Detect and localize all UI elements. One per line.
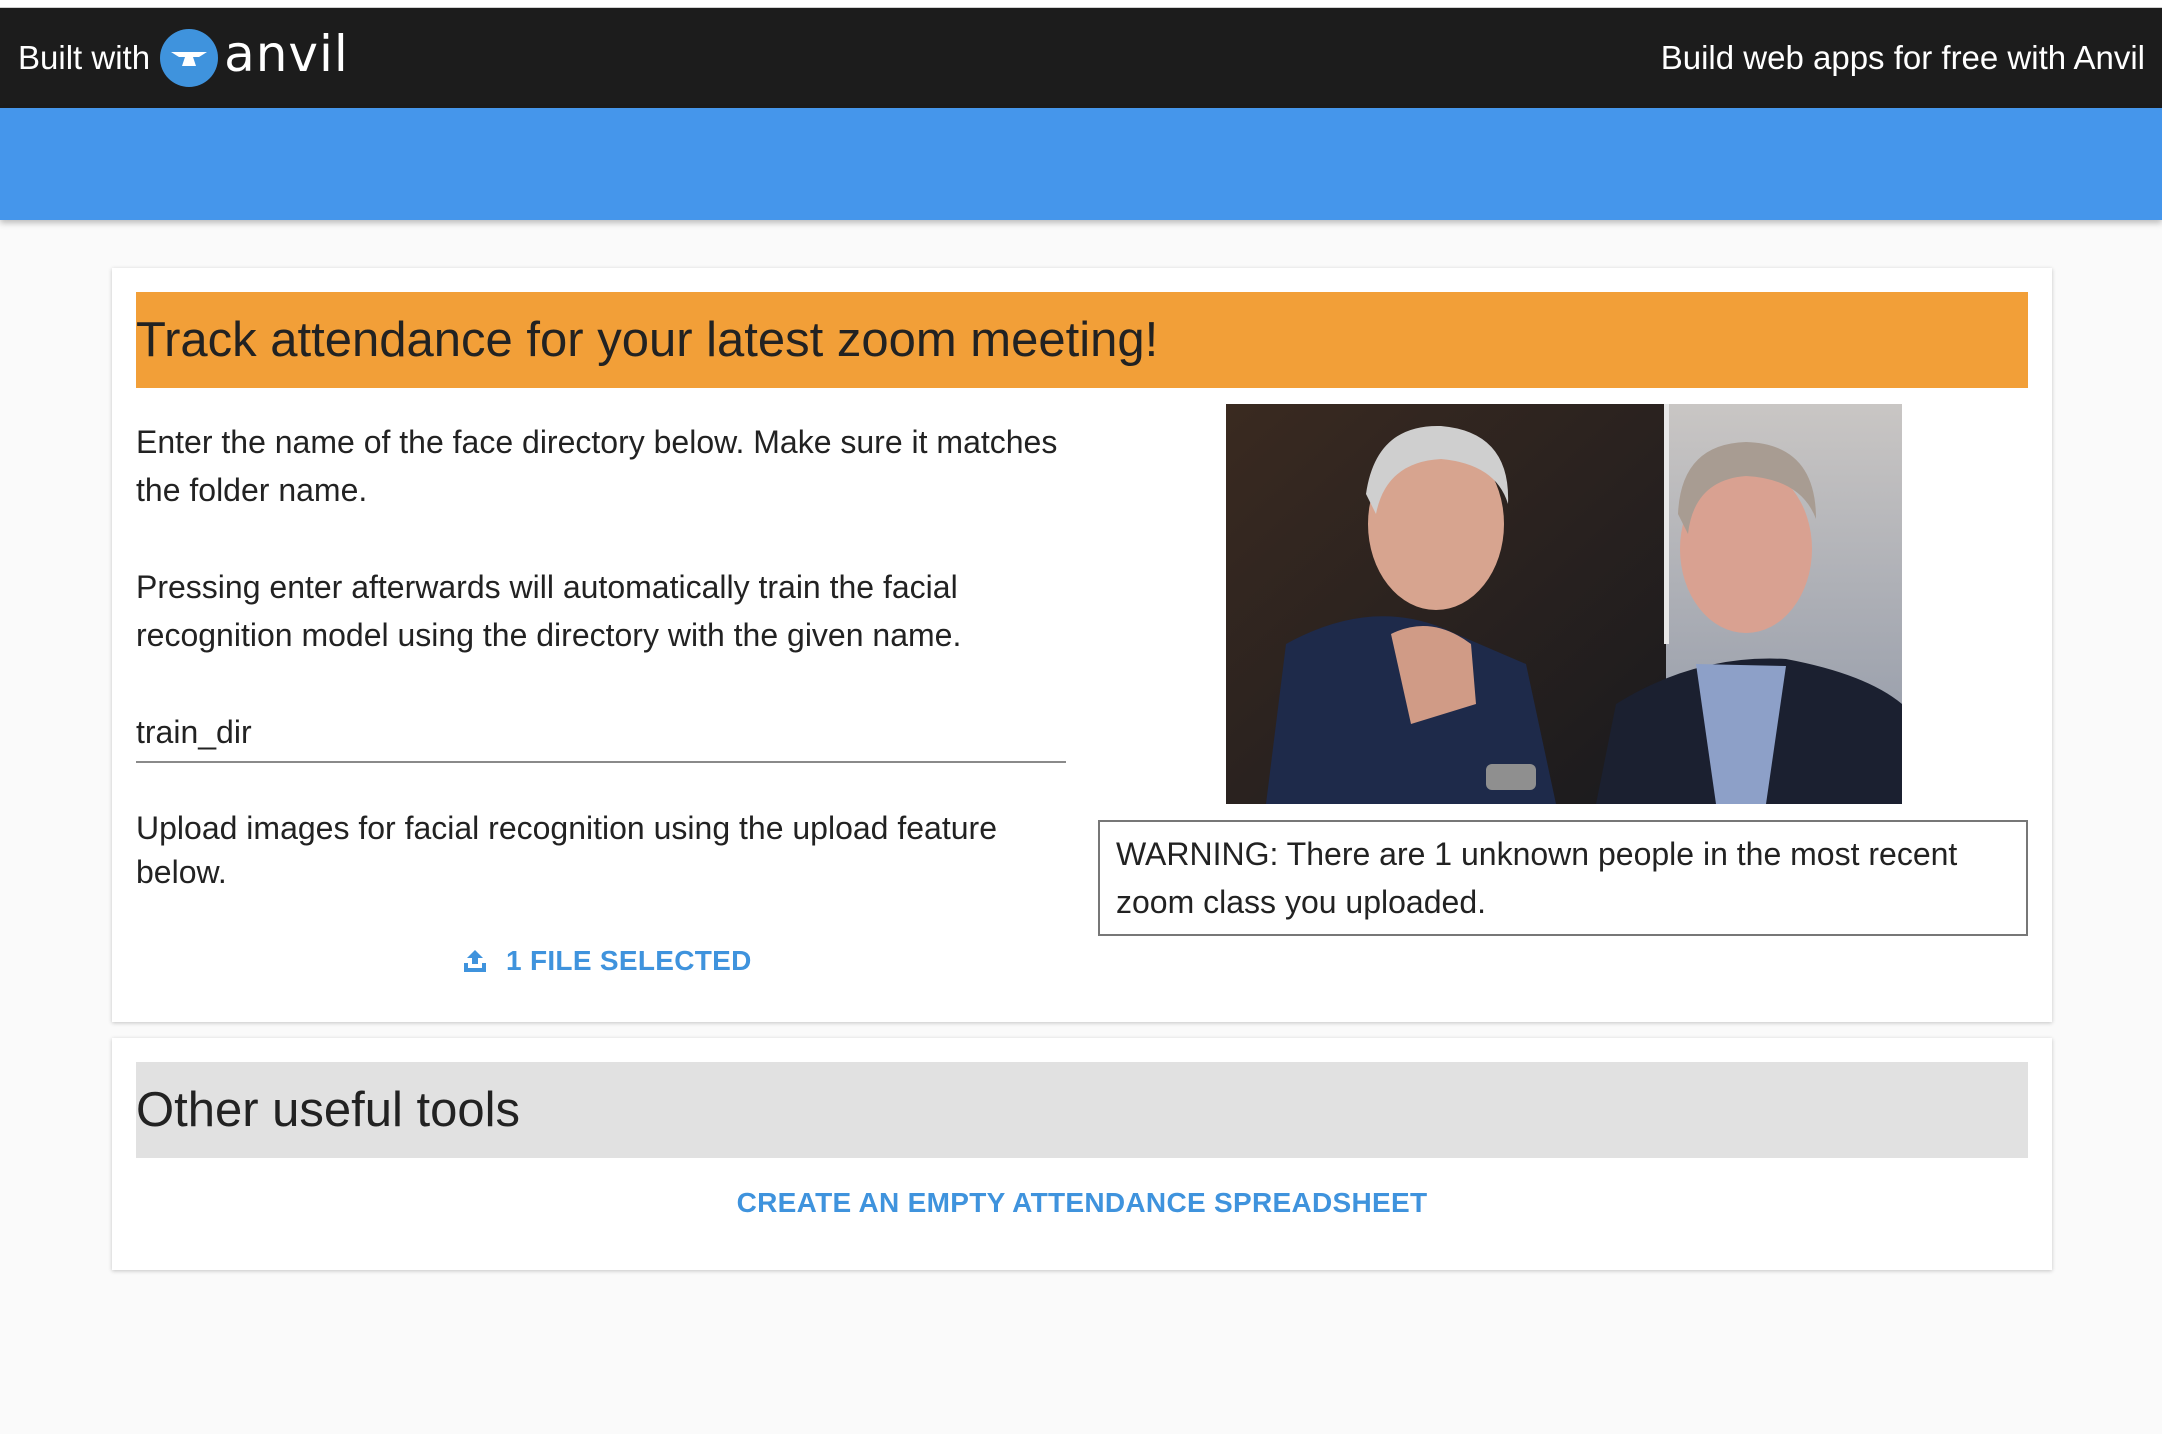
browser-top-edge (0, 0, 2162, 8)
upload-instructions: Upload images for facial recognition usi… (136, 810, 997, 890)
train-instructions: Pressing enter afterwards will automatic… (136, 569, 962, 653)
built-with-label: Built with (18, 39, 151, 76)
create-spreadsheet-button[interactable]: CREATE AN EMPTY ATTENDANCE SPREADSHEET (112, 1178, 2052, 1228)
tools-title: Other useful tools (136, 1083, 521, 1137)
attendance-title: Track attendance for your latest zoom me… (136, 313, 1159, 367)
file-upload-button[interactable]: 1 FILE SELECTED (462, 936, 752, 986)
anvil-logo-icon (160, 29, 219, 87)
build-web-apps-link[interactable]: Build web apps for free with Anvil (1661, 39, 2145, 77)
anvil-banner: Built with anvil Build web apps for free… (0, 8, 2162, 108)
anvil-logo-word: anvil (224, 25, 349, 83)
upload-icon (464, 950, 486, 972)
app-bar (0, 108, 2162, 220)
attendance-header: Track attendance for your latest zoom me… (136, 292, 2028, 388)
built-with-anvil-badge[interactable]: Built with anvil (18, 25, 349, 87)
face-directory-input[interactable] (136, 703, 1066, 763)
attendance-card: Track attendance for your latest zoom me… (112, 268, 2052, 1022)
directory-instructions: Enter the name of the face directory bel… (136, 424, 1058, 508)
tools-header: Other useful tools (136, 1062, 2028, 1158)
anvil-logo: anvil (160, 25, 349, 87)
tools-card: Other useful tools CREATE AN EMPTY ATTEN… (112, 1038, 2052, 1270)
upload-button-label: 1 FILE SELECTED (506, 945, 752, 976)
warning-textarea[interactable]: WARNING: There are 1 unknown people in t… (1098, 820, 2028, 936)
uploaded-zoom-photo (1226, 404, 1902, 804)
